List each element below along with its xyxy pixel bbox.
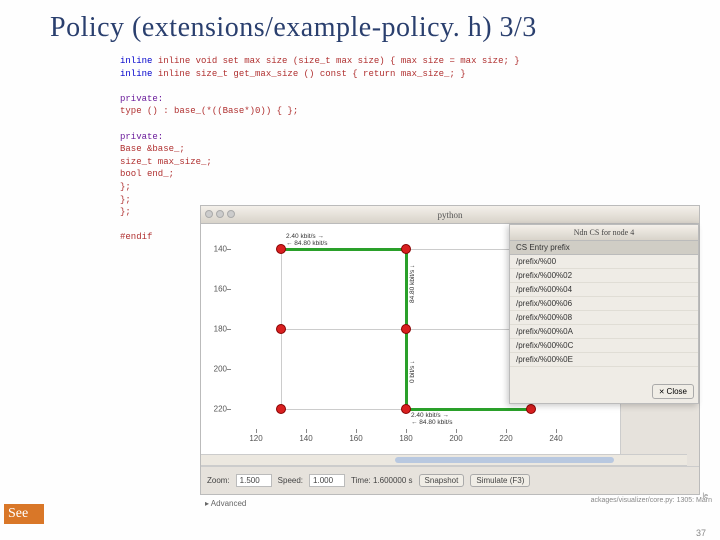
cs-entry-row[interactable]: /prefix/%00%0C <box>510 339 698 353</box>
zoom-input[interactable]: 1.500 <box>236 474 272 487</box>
graph-edge <box>281 248 406 251</box>
speed-label: Speed: <box>278 476 303 485</box>
graph-edge <box>281 329 282 409</box>
graph-node[interactable] <box>401 244 411 254</box>
popup-rows: /prefix/%00/prefix/%00%02/prefix/%00%04/… <box>510 255 698 367</box>
graph-node[interactable] <box>526 404 536 414</box>
graph-edge <box>405 329 408 409</box>
window-title: python <box>437 210 462 220</box>
bottom-toolbar: Zoom: 1.500 Speed: 1.000 Time: 1.600000 … <box>201 466 699 494</box>
graph-node[interactable] <box>276 244 286 254</box>
advanced-toggle[interactable]: Advanced <box>205 499 246 508</box>
cs-entry-row[interactable]: /prefix/%00%0E <box>510 353 698 367</box>
speed-input[interactable]: 1.000 <box>309 474 345 487</box>
zoom-label: Zoom: <box>207 476 230 485</box>
graph-edge <box>281 249 282 329</box>
graph-node[interactable] <box>401 404 411 414</box>
page-number: 37 <box>696 528 706 538</box>
simulate-button[interactable]: Simulate (F3) <box>470 474 530 487</box>
graph-edge <box>281 409 406 410</box>
cs-popup-window: Ndn CS for node 4 CS Entry prefix /prefi… <box>509 224 699 404</box>
graph-edge <box>405 249 408 329</box>
graph-node[interactable] <box>276 324 286 334</box>
graph-edge <box>281 329 406 330</box>
cs-entry-row[interactable]: /prefix/%00%06 <box>510 297 698 311</box>
cs-entry-row[interactable]: /prefix/%00 <box>510 255 698 269</box>
time-label: Time: 1.600000 s <box>351 476 413 485</box>
see-label: See <box>4 504 44 524</box>
popup-title: Ndn CS for node 4 <box>510 225 698 241</box>
close-button[interactable]: Close <box>652 384 694 399</box>
cs-entry-row[interactable]: /prefix/%00%08 <box>510 311 698 325</box>
cs-entry-row[interactable]: /prefix/%00%02 <box>510 269 698 283</box>
graph-node[interactable] <box>401 324 411 334</box>
graph-node[interactable] <box>276 404 286 414</box>
window-titlebar: python <box>201 206 699 224</box>
cs-entry-row[interactable]: /prefix/%00%0A <box>510 325 698 339</box>
snapshot-button[interactable]: Snapshot <box>419 474 465 487</box>
embedded-screenshot: python 140160180200220120140160180200220… <box>200 205 700 495</box>
graph-edge <box>406 408 531 411</box>
horizontal-scrollbar[interactable] <box>201 454 687 466</box>
slide-title: Policy (extensions/example-policy. h) 3/… <box>0 0 720 44</box>
footer-path: ackages/visualizer/core.py: 1305: Marn <box>591 497 712 504</box>
popup-column-header: CS Entry prefix <box>510 241 698 255</box>
cs-entry-row[interactable]: /prefix/%00%04 <box>510 283 698 297</box>
